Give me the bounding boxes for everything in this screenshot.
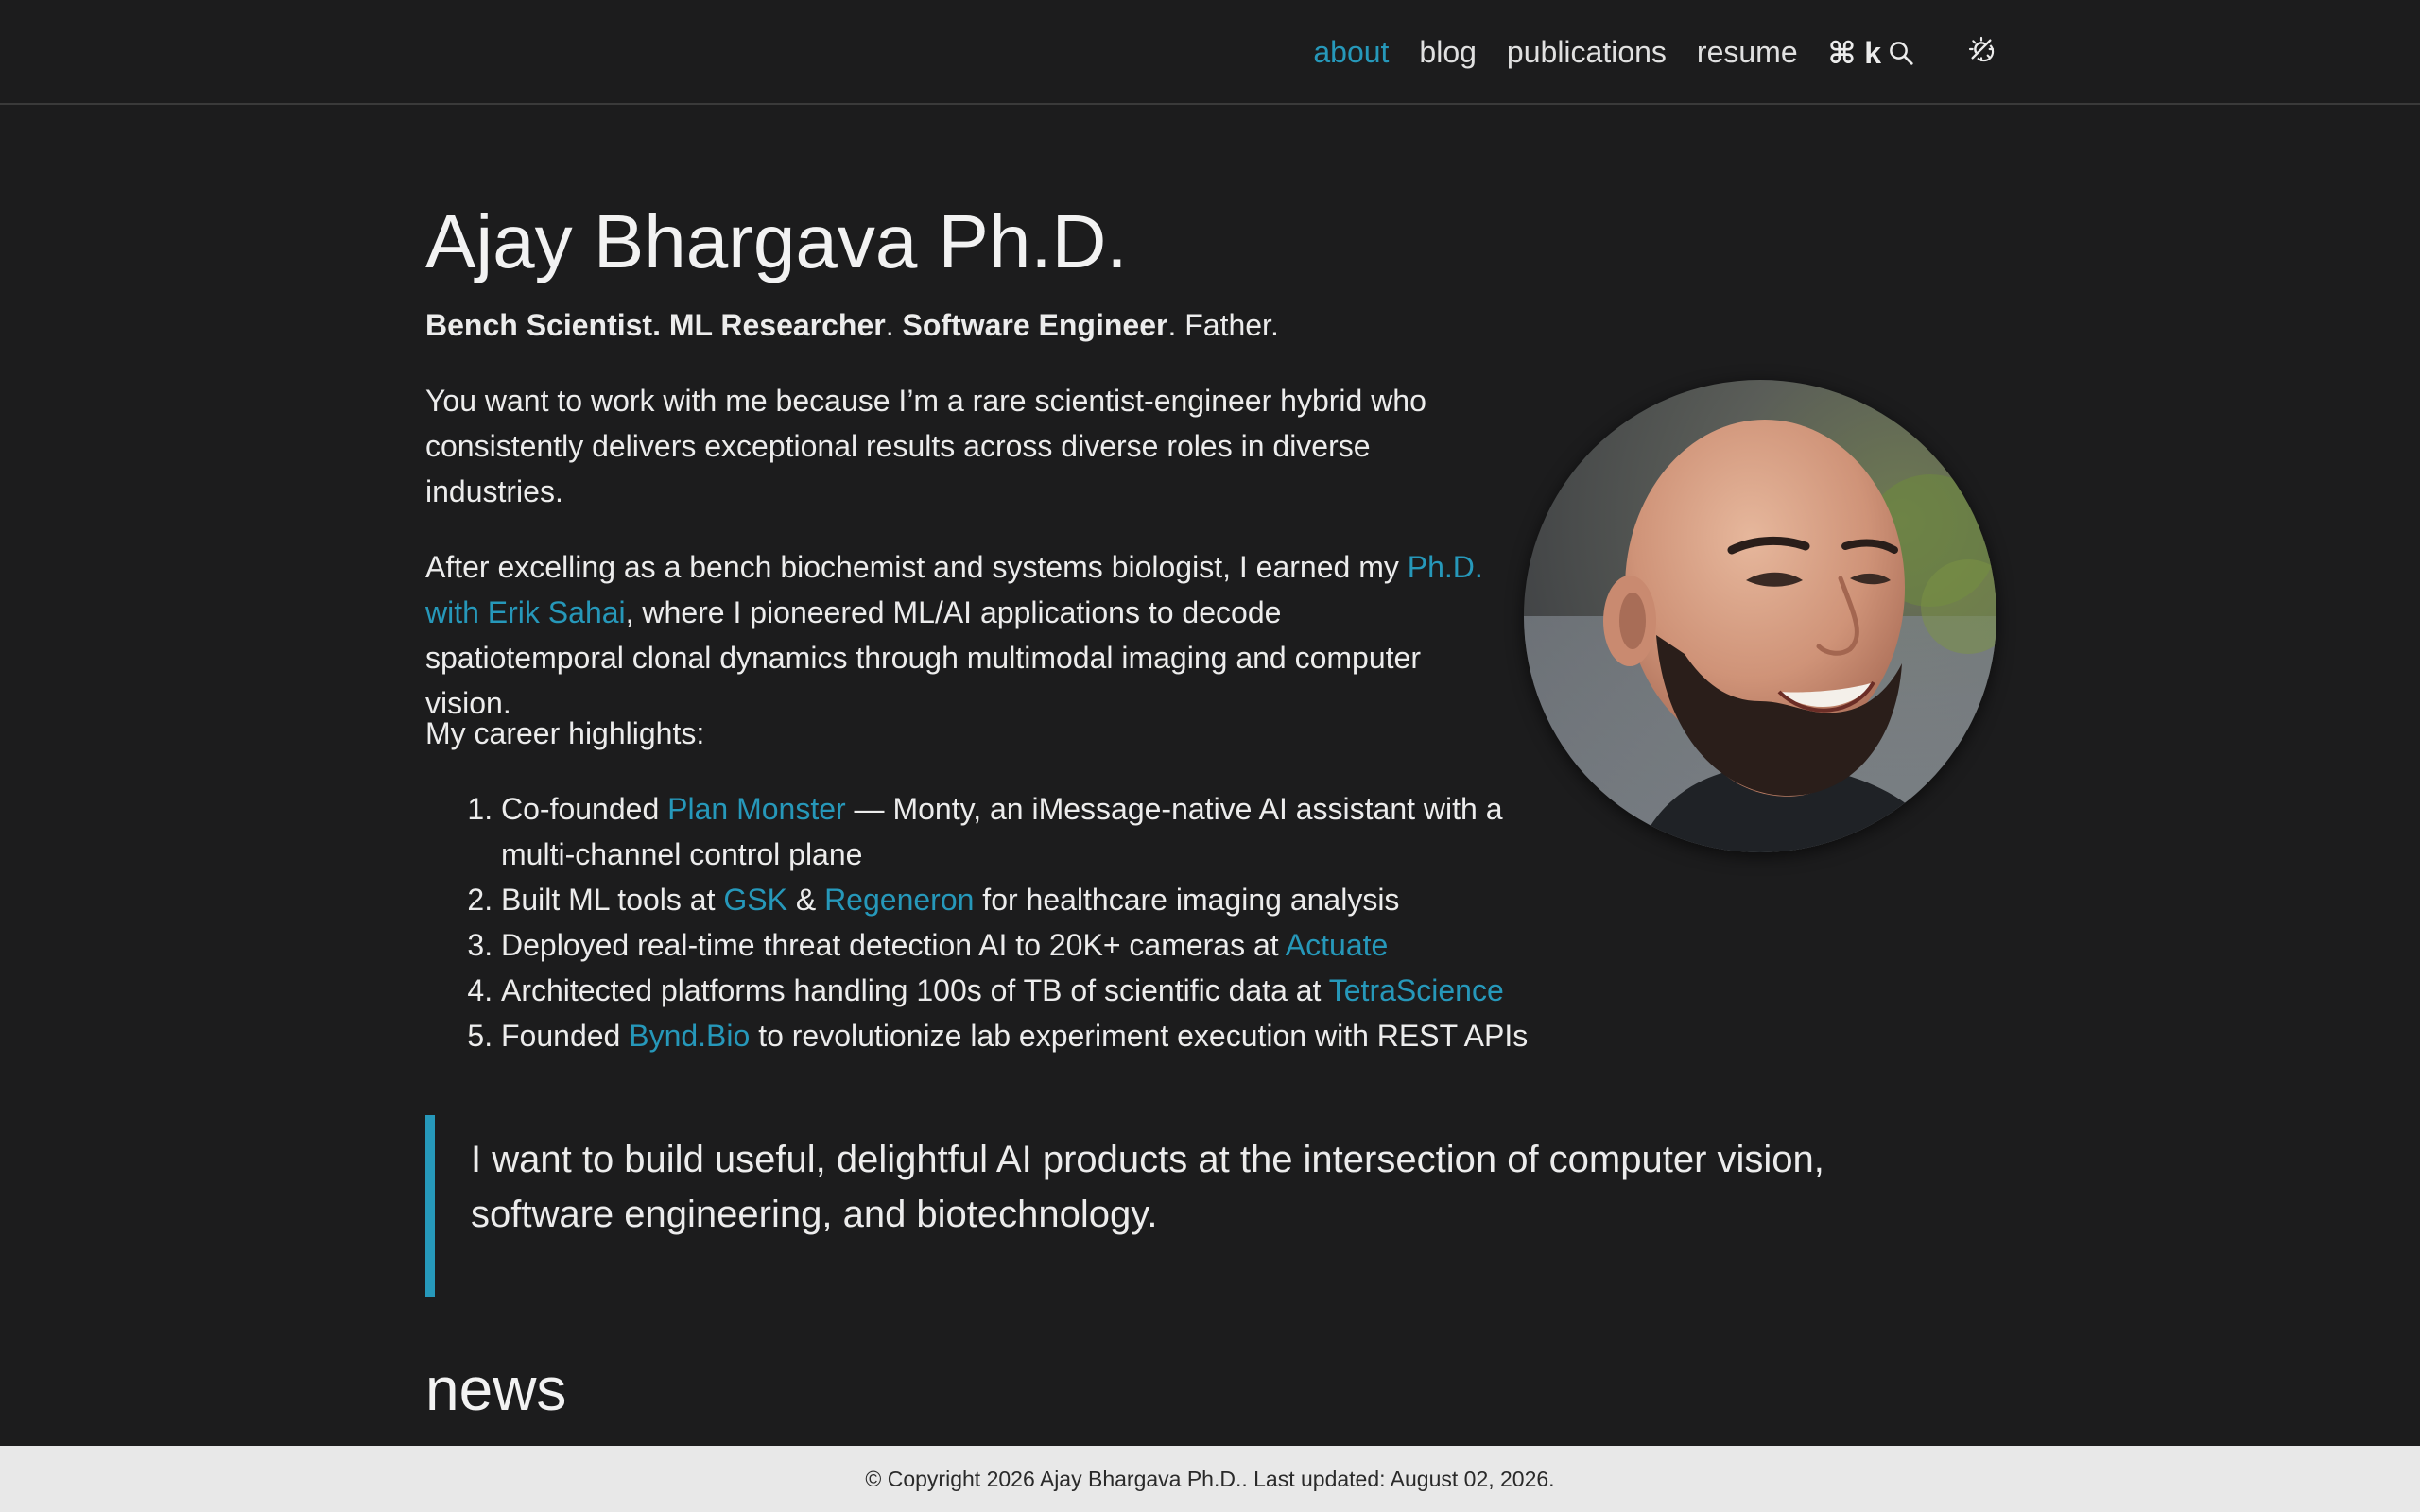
tetrascience-link[interactable]: TetraScience [1329,973,1504,1007]
news-heading: news [425,1355,567,1423]
gsk-link[interactable]: GSK [723,883,787,917]
search-shortcut-label: ⌘ k [1827,35,1881,70]
intro-p2-text-pre: After excelling as a bench biochemist an… [425,550,1408,584]
nav-item-publications[interactable]: publications [1507,35,1667,70]
list-item: Built ML tools at GSK & Regeneron for he… [501,877,1560,922]
list-item-text: Architected platforms handling 100s of T… [501,973,1329,1007]
subtitle-roles-2: Software Engineer [902,308,1168,342]
highlights-intro: My career highlights: [425,716,705,750]
list-item-text: & [786,883,825,917]
list-item: Co-founded Plan Monster — Monty, an iMes… [501,786,1560,877]
search-icon [1887,39,1915,67]
list-item-text: Deployed real-time threat detection AI t… [501,928,1286,962]
intro-paragraph-2: After excelling as a bench biochemist an… [425,544,1484,726]
nav-item-about[interactable]: about [1313,35,1389,70]
intro-paragraph-1: You want to work with me because I’m a r… [425,384,1426,508]
nav-item-blog[interactable]: blog [1419,35,1477,70]
list-item: Founded Bynd.Bio to revolutionize lab ex… [501,1013,1560,1058]
subtitle-tail: . Father. [1167,308,1279,342]
list-item-text: to revolutionize lab experiment executio… [750,1019,1529,1053]
mission-quote: I want to build useful, delightful AI pr… [425,1115,1976,1297]
list-item: Architected platforms handling 100s of T… [501,968,1560,1013]
list-item: Deployed real-time threat detection AI t… [501,922,1560,968]
nav-menu: about blog publications resume ⌘ k [1313,0,1996,105]
theme-toggle-icon [1966,34,1996,72]
career-highlights-list: Co-founded Plan Monster — Monty, an iMes… [425,786,1560,1058]
footer-copyright: © Copyright 2026 Ajay Bhargava Ph.D.. La… [865,1466,1555,1491]
list-item-text: Founded [501,1019,630,1053]
profile-photo [1524,380,1996,852]
actuate-link[interactable]: Actuate [1286,928,1389,962]
list-item-text: Built ML tools at [501,883,724,917]
theme-toggle-button[interactable] [1966,34,1996,72]
top-navbar: about blog publications resume ⌘ k [0,0,2420,105]
regeneron-link[interactable]: Regeneron [824,883,974,917]
plan-monster-link[interactable]: Plan Monster [667,792,846,826]
subtitle-sep: . [885,308,903,342]
footer: © Copyright 2026 Ajay Bhargava Ph.D.. La… [0,1446,2420,1512]
page-title: Ajay Bhargava Ph.D. [425,199,1128,284]
bynd-bio-link[interactable]: Bynd.Bio [629,1019,750,1053]
page-subtitle: Bench Scientist. ML Researcher. Software… [425,302,1995,348]
subtitle-roles-1: Bench Scientist. ML Researcher [425,308,886,342]
main-content: Ajay Bhargava Ph.D. Bench Scientist. ML … [425,189,1996,1423]
nav-item-resume[interactable]: resume [1697,35,1798,70]
search-button[interactable]: ⌘ k [1828,35,1915,71]
list-item-text: Co-founded [501,792,668,826]
list-item-text: for healthcare imaging analysis [974,883,1400,917]
